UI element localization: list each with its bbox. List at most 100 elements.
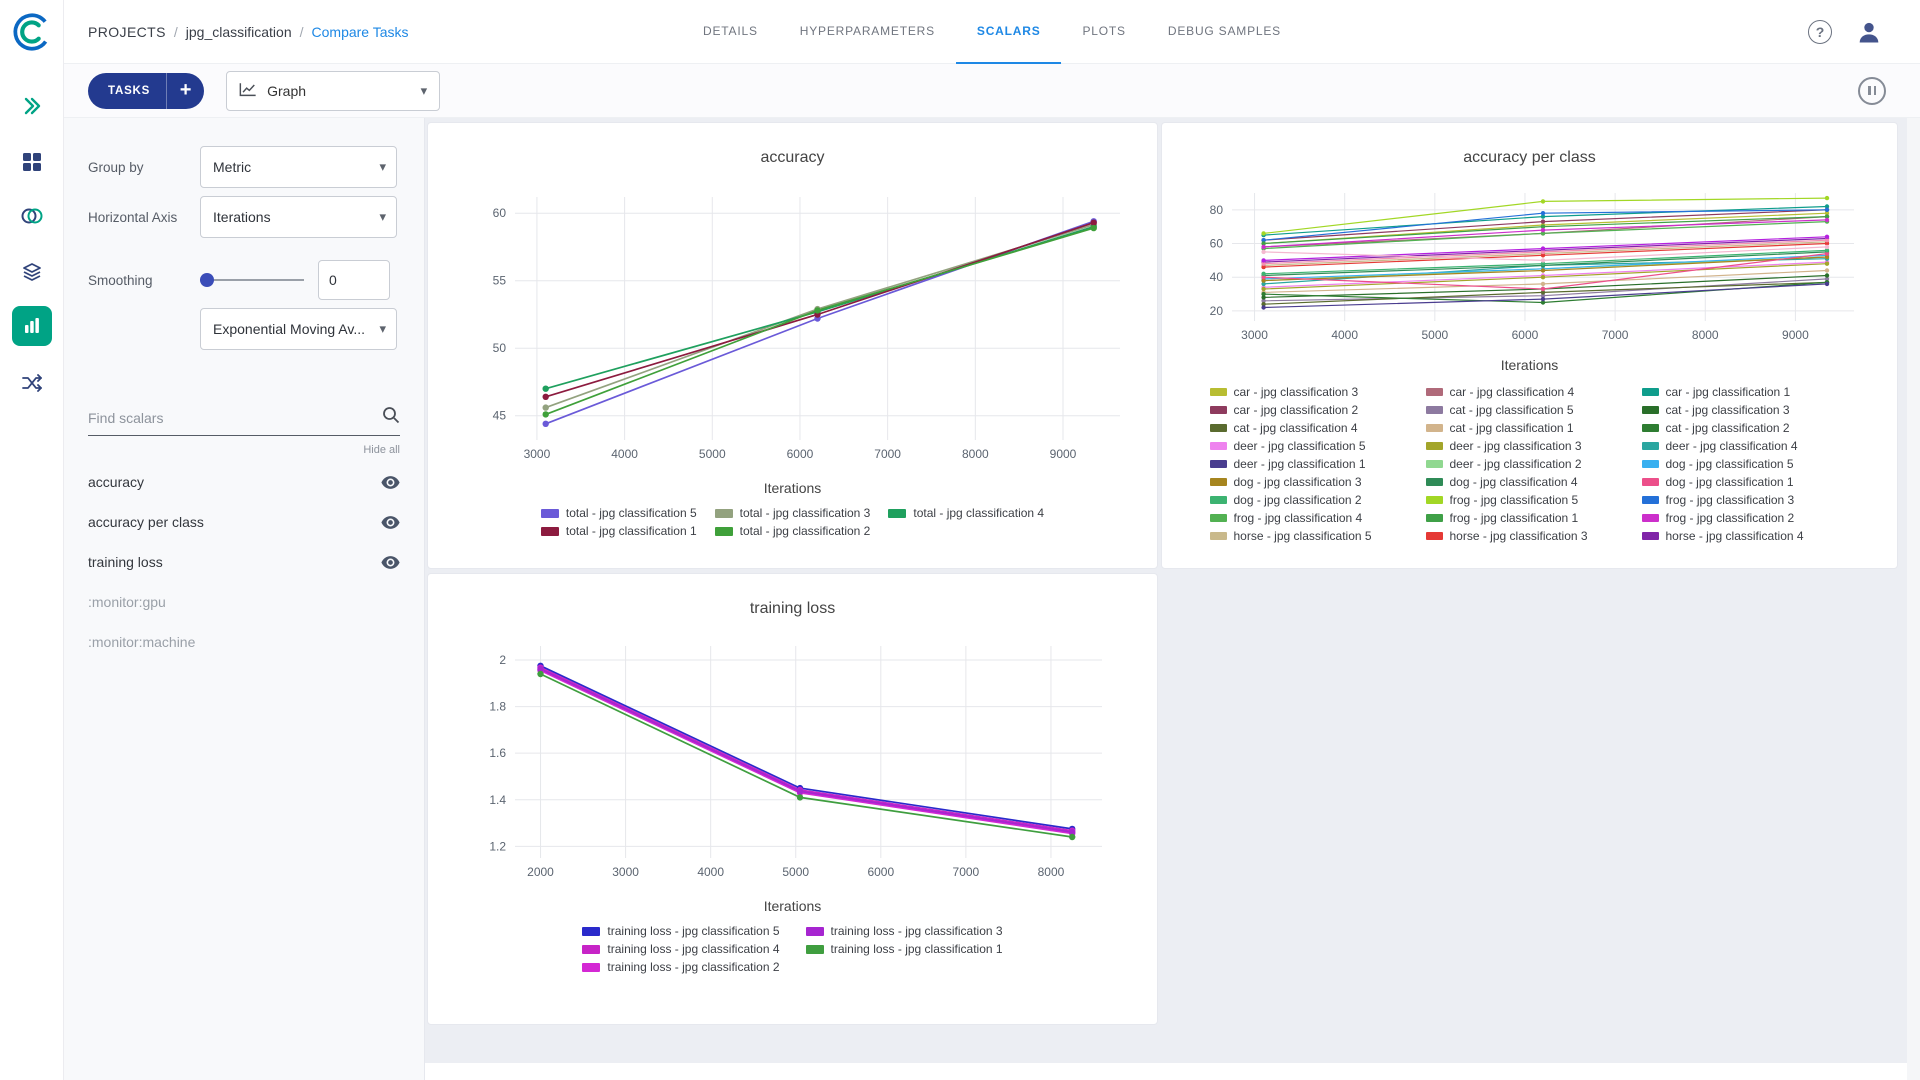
view-mode-select[interactable]: Graph ▾: [226, 71, 440, 111]
search-icon[interactable]: [382, 406, 400, 429]
legend-item[interactable]: frog - jpg classification 5: [1426, 491, 1634, 508]
horizontal-axis-row: Horizontal Axis Iterations ▾: [88, 196, 400, 238]
legend-item[interactable]: cat - jpg classification 4: [1210, 419, 1418, 436]
legend-item[interactable]: cat - jpg classification 5: [1426, 401, 1634, 418]
visibility-eye-icon[interactable]: [381, 476, 400, 489]
legend-item[interactable]: dog - jpg classification 5: [1642, 455, 1850, 472]
legend-item[interactable]: car - jpg classification 2: [1210, 401, 1418, 418]
horizontal-axis-select[interactable]: Iterations ▾: [200, 196, 397, 238]
legend-item[interactable]: horse - jpg classification 4: [1642, 527, 1850, 544]
header-actions: ?: [1808, 17, 1884, 47]
legend-item[interactable]: training loss - jpg classification 2: [582, 960, 779, 974]
breadcrumb-projects[interactable]: PROJECTS: [88, 24, 166, 40]
svg-text:5000: 5000: [1421, 328, 1448, 342]
projects-icon[interactable]: [12, 142, 52, 182]
svg-text:5000: 5000: [782, 865, 809, 879]
legend-item[interactable]: horse - jpg classification 5: [1210, 527, 1418, 544]
legend-item[interactable]: deer - jpg classification 5: [1210, 437, 1418, 454]
legend-label: frog - jpg classification 4: [1234, 511, 1363, 525]
legend-item[interactable]: dog - jpg classification 4: [1426, 473, 1634, 490]
svg-text:4000: 4000: [697, 865, 724, 879]
legend-item[interactable]: deer - jpg classification 4: [1642, 437, 1850, 454]
legend-item[interactable]: car - jpg classification 1: [1642, 383, 1850, 400]
add-task-button[interactable]: +: [166, 73, 204, 109]
svg-text:80: 80: [1209, 203, 1223, 217]
legend-item[interactable]: frog - jpg classification 4: [1210, 509, 1418, 526]
legend-item[interactable]: total - jpg classification 5: [541, 506, 697, 520]
legend-item[interactable]: dog - jpg classification 1: [1642, 473, 1850, 490]
smoothing-slider[interactable]: [200, 270, 304, 290]
hide-all-link[interactable]: Hide all: [88, 444, 400, 456]
legend-item[interactable]: horse - jpg classification 3: [1426, 527, 1634, 544]
scrollbar-track[interactable]: [1907, 118, 1920, 1080]
legend-item[interactable]: dog - jpg classification 2: [1210, 491, 1418, 508]
help-icon[interactable]: ?: [1808, 20, 1832, 44]
legend-item[interactable]: total - jpg classification 1: [541, 524, 697, 538]
legend-item[interactable]: frog - jpg classification 1: [1426, 509, 1634, 526]
tab-plots[interactable]: PLOTS: [1062, 0, 1147, 64]
legend-item[interactable]: frog - jpg classification 2: [1642, 509, 1850, 526]
workers-queues-icon[interactable]: [12, 363, 52, 403]
smoothing-type-select[interactable]: Exponential Moving Av... ▾: [200, 308, 397, 350]
tasks-selector: TASKS +: [88, 73, 204, 109]
tab-details[interactable]: DETAILS: [682, 0, 779, 64]
horizontal-scrollbar-track[interactable]: [425, 1063, 1907, 1080]
legend-item[interactable]: training loss - jpg classification 1: [806, 942, 1003, 956]
group-by-select[interactable]: Metric ▾: [200, 146, 397, 188]
legend-item[interactable]: cat - jpg classification 2: [1642, 419, 1850, 436]
svg-text:9000: 9000: [1050, 447, 1077, 461]
legend-swatch: [582, 927, 600, 936]
legend-item[interactable]: deer - jpg classification 3: [1426, 437, 1634, 454]
smoothing-input[interactable]: [318, 260, 390, 300]
tab-hyperparameters[interactable]: HYPERPARAMETERS: [779, 0, 956, 64]
datasets-icon[interactable]: [12, 196, 52, 236]
breadcrumb-separator: /: [300, 24, 304, 40]
legend-item[interactable]: car - jpg classification 3: [1210, 383, 1418, 400]
slider-knob[interactable]: [200, 273, 214, 287]
legend-swatch: [1210, 514, 1227, 522]
tab-scalars[interactable]: SCALARS: [956, 0, 1062, 64]
breadcrumb-compare-tasks[interactable]: Compare Tasks: [312, 24, 409, 40]
legend-item[interactable]: car - jpg classification 4: [1426, 383, 1634, 400]
legend-item[interactable]: cat - jpg classification 3: [1642, 401, 1850, 418]
legend-label: total - jpg classification 4: [913, 506, 1044, 520]
legend-item[interactable]: deer - jpg classification 2: [1426, 455, 1634, 472]
legend-item[interactable]: total - jpg classification 2: [715, 524, 871, 538]
metric-row-monitor-machine[interactable]: :monitor:machine: [88, 622, 400, 662]
reports-icon[interactable]: [12, 252, 52, 292]
clearml-logo[interactable]: [12, 12, 52, 52]
metric-row-accuracy-per-class[interactable]: accuracy per class: [88, 502, 400, 542]
legend-item[interactable]: total - jpg classification 4: [888, 506, 1044, 520]
group-by-value: Metric: [213, 159, 251, 175]
legend-item[interactable]: dog - jpg classification 3: [1210, 473, 1418, 490]
experiments-compare-icon[interactable]: [12, 306, 52, 346]
legend-item[interactable]: training loss - jpg classification 5: [582, 924, 779, 938]
user-avatar[interactable]: [1854, 17, 1884, 47]
getting-started-icon[interactable]: [12, 86, 52, 126]
legend-item[interactable]: frog - jpg classification 3: [1642, 491, 1850, 508]
legend-label: dog - jpg classification 1: [1666, 475, 1794, 489]
metric-row-monitor-gpu[interactable]: :monitor:gpu: [88, 582, 400, 622]
training-loss-plot[interactable]: 20003000400050006000700080001.21.41.61.8…: [443, 632, 1142, 894]
tasks-button[interactable]: TASKS: [88, 85, 166, 97]
metric-row-accuracy[interactable]: accuracy: [88, 462, 400, 502]
metric-row-training-loss[interactable]: training loss: [88, 542, 400, 582]
auto-refresh-toggle[interactable]: [1858, 77, 1886, 105]
legend-item[interactable]: total - jpg classification 3: [715, 506, 871, 520]
legend-item[interactable]: training loss - jpg classification 4: [582, 942, 779, 956]
breadcrumb-project-name[interactable]: jpg_classification: [186, 24, 292, 40]
visibility-eye-icon[interactable]: [381, 516, 400, 529]
accuracy-plot[interactable]: 300040005000600070008000900045505560: [443, 181, 1142, 476]
legend-swatch: [1210, 406, 1227, 414]
visibility-eye-icon[interactable]: [381, 556, 400, 569]
legend-swatch: [1426, 388, 1443, 396]
legend-label: deer - jpg classification 4: [1666, 439, 1798, 453]
legend-item[interactable]: training loss - jpg classification 3: [806, 924, 1003, 938]
find-scalars-input[interactable]: [88, 410, 382, 426]
legend-swatch: [715, 509, 733, 518]
tab-debug-samples[interactable]: DEBUG SAMPLES: [1147, 0, 1302, 64]
legend-item[interactable]: deer - jpg classification 1: [1210, 455, 1418, 472]
legend-item[interactable]: cat - jpg classification 1: [1426, 419, 1634, 436]
breadcrumb: PROJECTS / jpg_classification / Compare …: [88, 24, 409, 40]
accuracy-per-class-plot[interactable]: 300040005000600070008000900020406080: [1180, 181, 1880, 353]
